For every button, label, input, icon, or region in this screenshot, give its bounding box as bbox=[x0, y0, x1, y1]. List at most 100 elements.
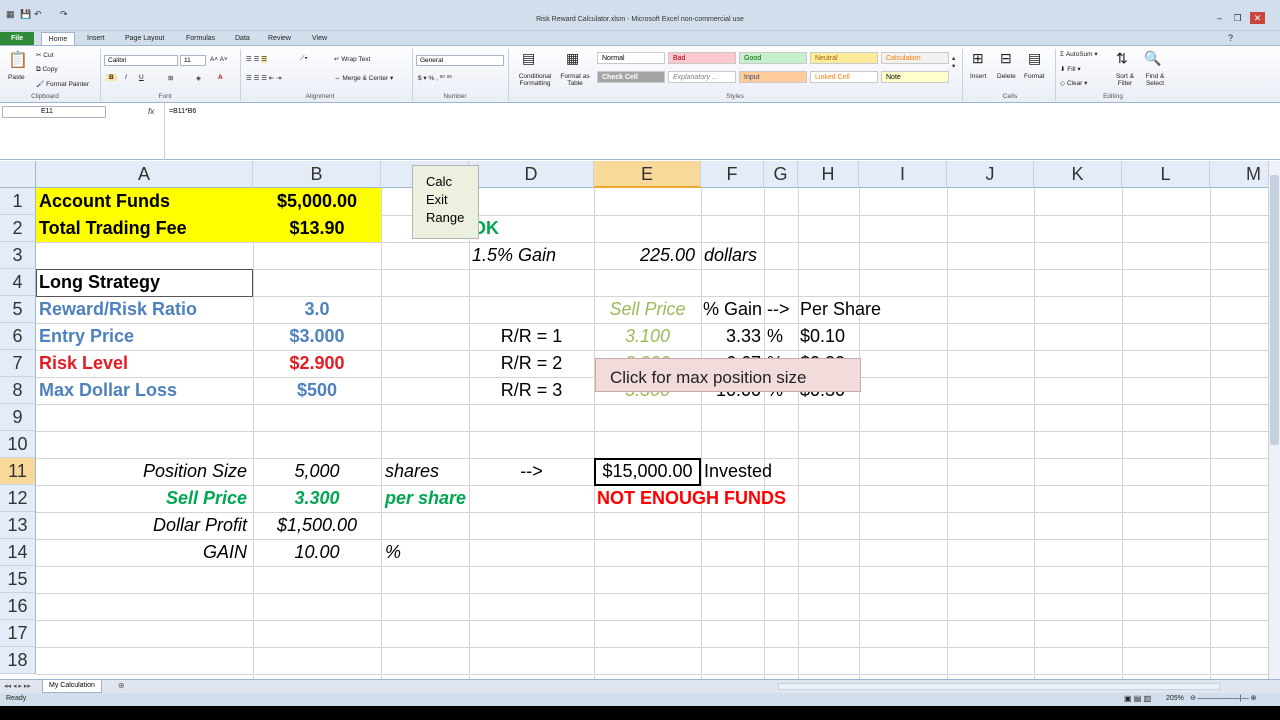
italic-button[interactable]: I bbox=[125, 74, 127, 81]
cell-d3[interactable]: 1.5% Gain bbox=[472, 242, 556, 269]
style-explanatory[interactable]: Explanatory ... bbox=[668, 71, 736, 83]
formula-input[interactable]: =B11*B6 bbox=[164, 103, 1268, 160]
font-grow-icon[interactable]: A˄ A˅ bbox=[210, 56, 228, 63]
row-header[interactable]: 4 bbox=[0, 269, 36, 296]
align-top-icon[interactable]: ☰ ☰ ☰ bbox=[246, 55, 268, 63]
row-header[interactable]: 13 bbox=[0, 512, 36, 539]
tab-file[interactable]: File bbox=[0, 32, 34, 45]
column-header[interactable]: F bbox=[701, 161, 764, 188]
cell-a4[interactable]: Long Strategy bbox=[39, 269, 160, 296]
cell-b14[interactable]: 10.00 bbox=[253, 539, 381, 566]
format-cells-button[interactable]: Format bbox=[1024, 73, 1045, 80]
tab-page-layout[interactable]: Page Layout bbox=[123, 32, 166, 45]
select-all-corner[interactable] bbox=[0, 161, 36, 188]
cell-a1[interactable]: Account Funds bbox=[39, 188, 170, 215]
delete-cells-icon[interactable]: ⊟ bbox=[1000, 50, 1012, 67]
sheet-nav-icon[interactable]: ◂◂ ◂ ▸ ▸▸ bbox=[4, 682, 31, 690]
find-select-icon[interactable]: 🔍 bbox=[1144, 50, 1161, 67]
column-header[interactable]: K bbox=[1034, 161, 1122, 188]
delete-cells-button[interactable]: Delete bbox=[997, 73, 1016, 80]
paste-icon[interactable]: 📋 bbox=[8, 50, 28, 70]
column-header[interactable]: D bbox=[469, 161, 594, 188]
cell-a8[interactable]: Max Dollar Loss bbox=[39, 377, 177, 404]
cell-h5[interactable]: Per Share bbox=[800, 296, 881, 323]
cell-b7[interactable]: $2.900 bbox=[253, 350, 381, 377]
conditional-formatting-button[interactable]: Conditional Formatting bbox=[512, 73, 558, 87]
format-table-icon[interactable]: ▦ bbox=[566, 50, 579, 67]
restore-icon[interactable]: ❐ bbox=[1230, 12, 1245, 24]
max-position-size-button[interactable]: Click for max position size bbox=[595, 358, 861, 392]
style-neutral[interactable]: Neutral bbox=[810, 52, 878, 64]
cell-b6[interactable]: $3.000 bbox=[253, 323, 381, 350]
cell-c14[interactable]: % bbox=[385, 539, 401, 566]
horizontal-scrollbar[interactable] bbox=[778, 683, 1220, 690]
style-normal[interactable]: Normal bbox=[597, 52, 665, 64]
insert-cells-icon[interactable]: ⊞ bbox=[972, 50, 984, 67]
row-header[interactable]: 12 bbox=[0, 485, 36, 512]
bold-button[interactable]: B bbox=[106, 74, 117, 81]
row-header[interactable]: 3 bbox=[0, 242, 36, 269]
cell-e6[interactable]: 3.100 bbox=[594, 323, 701, 350]
cell-b11[interactable]: 5,000 bbox=[253, 458, 381, 485]
column-header[interactable]: J bbox=[947, 161, 1034, 188]
row-header[interactable]: 9 bbox=[0, 404, 36, 431]
cell-a11[interactable]: Position Size bbox=[36, 458, 247, 485]
format-as-table-button[interactable]: Format as Table bbox=[558, 73, 592, 87]
cell-g6[interactable]: % bbox=[767, 323, 783, 350]
font-name-select[interactable]: Calibri bbox=[104, 55, 178, 66]
scroll-thumb[interactable] bbox=[1270, 175, 1279, 445]
column-header[interactable]: M bbox=[1210, 161, 1268, 188]
tab-view[interactable]: View bbox=[310, 32, 329, 45]
cell-e5[interactable]: Sell Price bbox=[594, 296, 701, 323]
cell-a12[interactable]: Sell Price bbox=[36, 485, 247, 512]
style-input[interactable]: Input bbox=[739, 71, 807, 83]
format-cells-icon[interactable]: ▤ bbox=[1028, 50, 1041, 67]
row-header[interactable]: 16 bbox=[0, 593, 36, 620]
cell-a2[interactable]: Total Trading Fee bbox=[39, 215, 187, 242]
font-size-select[interactable]: 11 bbox=[180, 55, 206, 66]
cell-b13[interactable]: $1,500.00 bbox=[253, 512, 381, 539]
tab-data[interactable]: Data bbox=[233, 32, 252, 45]
row-header[interactable]: 8 bbox=[0, 377, 36, 404]
cell-f3[interactable]: dollars bbox=[704, 242, 757, 269]
cell-a7[interactable]: Risk Level bbox=[39, 350, 128, 377]
tab-home[interactable]: Home bbox=[41, 32, 75, 45]
column-header[interactable]: B bbox=[253, 161, 381, 188]
calc-exit-range-button[interactable]: Calc Exit Range bbox=[412, 165, 479, 239]
column-header[interactable]: A bbox=[36, 161, 253, 188]
styles-scroll-icon[interactable]: ▴ ▾ bbox=[952, 54, 955, 70]
style-note[interactable]: Note bbox=[881, 71, 949, 83]
cell-a14[interactable]: GAIN bbox=[36, 539, 247, 566]
row-header[interactable]: 11 bbox=[0, 458, 36, 485]
view-layout-icon[interactable]: ▣ ▤ ▥ bbox=[1124, 694, 1151, 703]
row-header[interactable]: 10 bbox=[0, 431, 36, 458]
fill-color-icon[interactable]: ◈ bbox=[196, 74, 201, 82]
column-header[interactable]: E bbox=[594, 161, 701, 188]
minimize-icon[interactable]: – bbox=[1212, 12, 1227, 24]
cell-b8[interactable]: $500 bbox=[253, 377, 381, 404]
cell-d7[interactable]: R/R = 2 bbox=[469, 350, 594, 377]
row-header[interactable]: 2 bbox=[0, 215, 36, 242]
vertical-scrollbar[interactable] bbox=[1268, 161, 1280, 679]
merge-center-button[interactable]: ⇔ Merge & Center ▾ bbox=[334, 74, 393, 82]
column-header[interactable]: I bbox=[859, 161, 947, 188]
row-header[interactable]: 6 bbox=[0, 323, 36, 350]
copy-button[interactable]: ⧉ Copy bbox=[36, 66, 58, 74]
number-format-select[interactable]: General bbox=[416, 55, 504, 66]
style-check-cell[interactable]: Check Cell bbox=[597, 71, 665, 83]
cell-b2[interactable]: $13.90 bbox=[253, 215, 381, 242]
new-sheet-icon[interactable]: ⊕ bbox=[118, 681, 125, 690]
row-header[interactable]: 5 bbox=[0, 296, 36, 323]
cell-f5[interactable]: % Gain --> bbox=[703, 296, 790, 323]
row-header[interactable]: 18 bbox=[0, 647, 36, 674]
row-header[interactable]: 7 bbox=[0, 350, 36, 377]
cell-e12[interactable]: NOT ENOUGH FUNDS bbox=[597, 485, 786, 512]
align-left-icon[interactable]: ☰ ☰ ☰ ⇤ ⇥ bbox=[246, 74, 282, 82]
style-calculation[interactable]: Calculation bbox=[881, 52, 949, 64]
column-header[interactable]: L bbox=[1122, 161, 1210, 188]
autosum-button[interactable]: Σ AutoSum ▾ bbox=[1060, 50, 1098, 58]
paste-button[interactable]: Paste bbox=[8, 74, 25, 81]
cell-b1[interactable]: $5,000.00 bbox=[253, 188, 381, 215]
sort-filter-icon[interactable]: ⇅ bbox=[1116, 50, 1128, 67]
tab-formulas[interactable]: Formulas bbox=[184, 32, 217, 45]
